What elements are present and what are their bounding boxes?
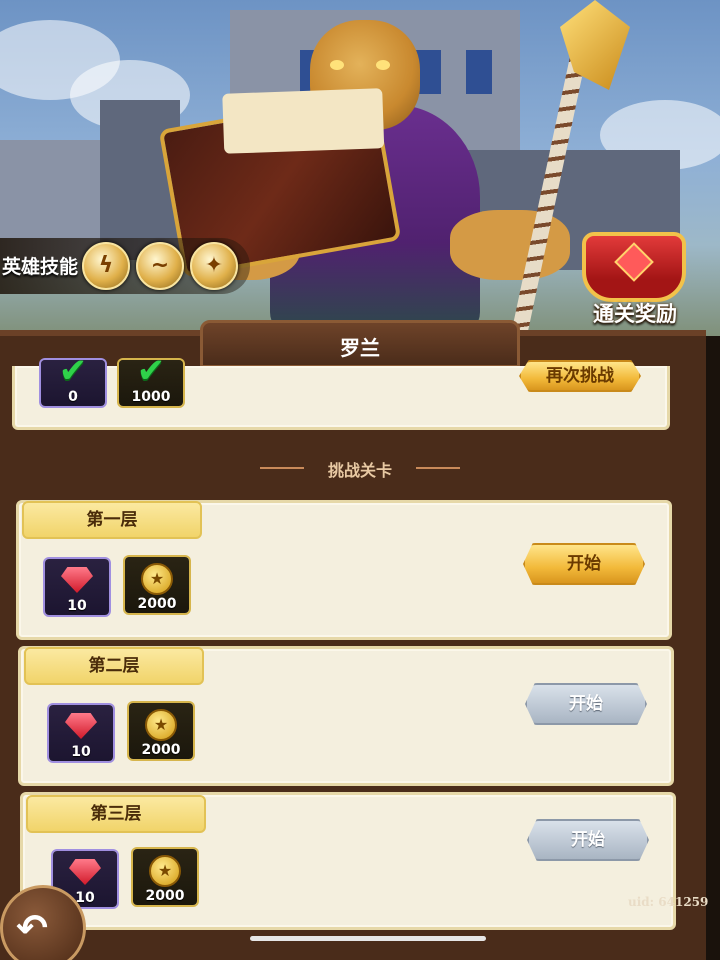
rechallenge-button[interactable]: 再次挑战 xyxy=(519,360,641,392)
reward-amount: 2000 xyxy=(145,888,185,904)
coin-icon: ★ xyxy=(149,855,181,887)
skill-flame-icon[interactable]: ✦ xyxy=(190,242,238,290)
reward-amount: 10 xyxy=(71,744,91,760)
reward-gem-chip: ✔ 0 xyxy=(41,354,105,406)
coin-icon: ★ xyxy=(145,709,177,741)
claimed-check-icon: ✔ xyxy=(136,351,166,391)
reward-amount: 2000 xyxy=(141,742,181,758)
reward-gem-chip: 10 xyxy=(49,705,113,761)
reward-amount: 2000 xyxy=(137,596,177,612)
reward-amount: 0 xyxy=(68,389,78,405)
start-button-tier-1[interactable]: 开始 xyxy=(523,543,645,585)
reward-amount: 1000 xyxy=(131,389,171,405)
tier-label-3: 第三层 xyxy=(26,795,206,833)
skill-swirl-icon[interactable]: ~ xyxy=(136,242,184,290)
hero-eye xyxy=(376,60,390,70)
tier-label-2: 第二层 xyxy=(24,647,204,685)
gem-icon xyxy=(61,567,93,593)
reward-coin-chip: ★ 2000 xyxy=(133,849,197,905)
hero-eye xyxy=(330,60,344,70)
reward-coin-chip: ★ 2000 xyxy=(129,703,193,759)
reward-coin-chip: ★ 2000 xyxy=(125,557,189,613)
start-button-tier-3[interactable]: 开始 xyxy=(527,819,649,861)
reward-amount: 10 xyxy=(67,598,87,614)
section-title: 挑战关卡 xyxy=(250,457,470,481)
clear-reward-label[interactable]: 通关奖励 xyxy=(577,298,693,328)
gem-icon xyxy=(65,713,97,739)
home-indicator[interactable] xyxy=(250,936,486,941)
start-button-tier-2[interactable]: 开始 xyxy=(525,683,647,725)
claimed-check-icon: ✔ xyxy=(58,351,88,391)
completed-rewards-card: ✔ 0 ✔ 1000 再次挑战 xyxy=(12,354,670,430)
coin-icon: ★ xyxy=(141,563,173,595)
reward-coin-chip: ✔ 1000 xyxy=(119,354,183,406)
tier-label-1: 第一层 xyxy=(22,501,202,539)
back-arrow-icon: ↶ xyxy=(16,906,48,950)
hero-name: 罗兰 xyxy=(340,336,380,360)
user-id-label: uid: 641259 xyxy=(628,895,709,909)
skills-label: 英雄技能 xyxy=(2,256,79,278)
reward-gem-chip: 10 xyxy=(45,559,109,615)
gem-icon xyxy=(69,859,101,885)
skill-lightning-icon[interactable]: ϟ xyxy=(82,242,130,290)
flag xyxy=(466,50,492,94)
spellbook-pages xyxy=(222,88,385,154)
hero-arm xyxy=(450,210,570,280)
